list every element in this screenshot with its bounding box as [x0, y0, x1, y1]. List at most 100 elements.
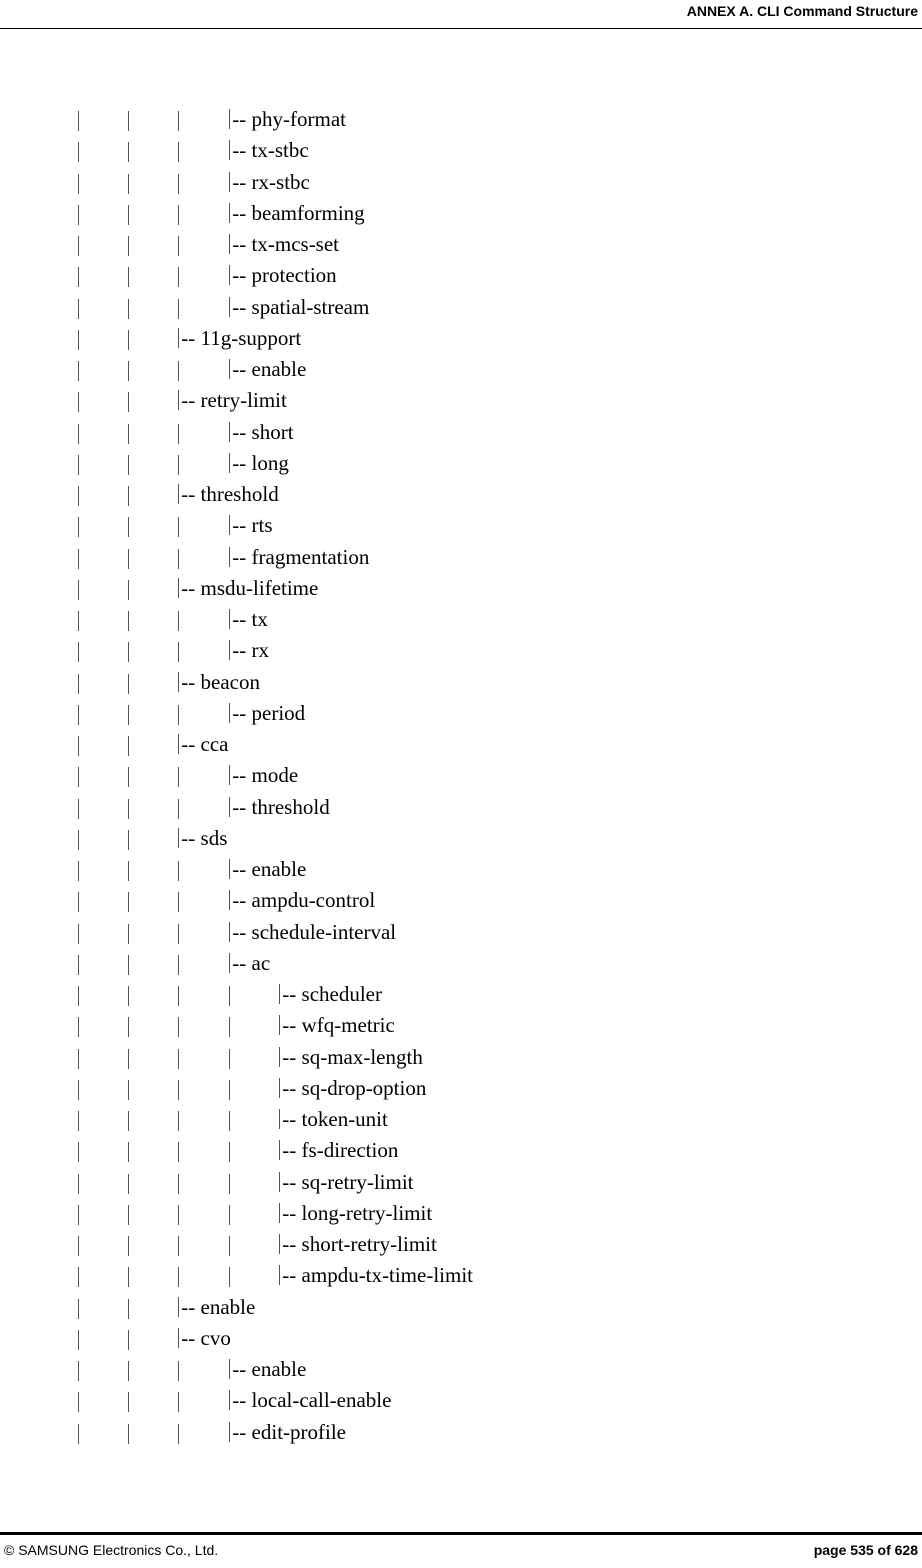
tree-pipe — [78, 1142, 80, 1163]
branch-connector — [229, 359, 231, 379]
page-footer: © SAMSUNG Electronics Co., Ltd. page 535… — [0, 1532, 922, 1568]
tree-pipe — [128, 1079, 130, 1100]
tree-pipe — [78, 267, 80, 288]
tree-pipe — [128, 392, 130, 413]
tree-pipe — [128, 736, 130, 756]
tree-node: -- 11g-support — [178, 326, 301, 351]
branch-connector — [229, 265, 231, 286]
tree-node-label: -- beacon — [181, 669, 260, 694]
tree-line: -- long — [0, 449, 922, 480]
branch-connector — [178, 671, 180, 692]
branch-connector — [178, 390, 180, 411]
tree-line: -- cvo — [0, 1324, 922, 1355]
tree-node-label: -- threshold — [232, 794, 330, 819]
tree-pipe — [178, 142, 180, 163]
tree-pipe — [128, 1423, 130, 1444]
tree-pipe — [178, 986, 180, 1006]
tree-node-label: -- enable — [232, 1357, 307, 1381]
tree-node: -- tx-stbc — [229, 138, 309, 163]
tree-pipe — [78, 361, 80, 381]
branch-connector — [279, 1046, 281, 1067]
tree-pipe — [229, 986, 231, 1006]
tree-pipe — [128, 548, 130, 569]
tree-pipe — [128, 1017, 130, 1038]
tree-node: -- short-retry-limit — [279, 1232, 437, 1257]
tree-pipe — [229, 1111, 231, 1131]
tree-line: -- 11g-support — [0, 324, 922, 355]
tree-pipe — [178, 173, 180, 194]
tree-node-label: -- scheduler — [282, 982, 382, 1006]
tree-pipe — [229, 1204, 231, 1225]
branch-connector — [229, 171, 231, 192]
tree-line: -- edit-profile — [0, 1418, 922, 1449]
tree-node-label: -- short — [232, 419, 294, 444]
tree-pipe — [78, 423, 80, 444]
tree-pipe — [229, 1079, 231, 1100]
tree-pipe — [78, 923, 80, 944]
tree-line: -- enable — [0, 355, 922, 386]
branch-connector — [178, 484, 180, 504]
tree-node: -- enable — [229, 357, 306, 382]
tree-pipe — [78, 1361, 80, 1381]
tree-pipe — [128, 611, 130, 631]
branch-connector — [229, 859, 231, 879]
tree-pipe — [178, 1173, 180, 1194]
branch-connector — [279, 1234, 281, 1254]
tree-pipe — [178, 1017, 180, 1038]
header-title: ANNEX A. CLI Command Structure — [686, 3, 918, 19]
branch-connector — [229, 234, 231, 254]
tree-line: -- mode — [0, 761, 922, 792]
tree-node-label: -- edit-profile — [232, 1419, 346, 1444]
tree-pipe — [78, 673, 80, 694]
tree-node-label: -- token-unit — [282, 1107, 388, 1131]
branch-connector — [279, 1077, 281, 1098]
tree-node: -- wfq-metric — [279, 1013, 395, 1038]
tree-pipe — [128, 1267, 130, 1288]
tree-node: -- fragmentation — [229, 545, 369, 570]
tree-node: -- schedule-interval — [229, 920, 396, 945]
tree-pipe — [78, 1173, 80, 1194]
branch-connector — [229, 765, 231, 786]
tree-node-label: -- long — [232, 450, 289, 475]
tree-pipe — [178, 298, 180, 319]
tree-line: -- period — [0, 699, 922, 730]
tree-pipe — [128, 267, 130, 288]
tree-pipe — [78, 1236, 80, 1256]
tree-line: -- threshold — [0, 480, 922, 511]
tree-pipe — [78, 1392, 80, 1413]
tree-pipe — [128, 517, 130, 538]
tree-pipe — [78, 204, 80, 225]
tree-node: -- msdu-lifetime — [178, 576, 318, 601]
branch-connector — [178, 327, 180, 348]
tree-pipe — [128, 986, 130, 1006]
branch-connector — [178, 1296, 180, 1317]
tree-line: -- ampdu-tx-time-limit — [0, 1261, 922, 1292]
tree-pipe — [178, 204, 180, 225]
tree-node-label: -- enable — [232, 357, 307, 381]
tree-pipe — [229, 1142, 231, 1163]
tree-pipe — [128, 1173, 130, 1194]
tree-pipe — [178, 1111, 180, 1131]
tree-line: -- enable — [0, 1293, 922, 1324]
tree-node: -- ampdu-control — [229, 888, 375, 913]
tree-node: -- edit-profile — [229, 1420, 346, 1445]
tree-pipe — [178, 1392, 180, 1413]
tree-line: -- tx — [0, 605, 922, 636]
tree-node: -- sq-drop-option — [279, 1076, 426, 1101]
tree-pipe — [78, 579, 80, 600]
tree-line: -- enable — [0, 1355, 922, 1386]
tree-line: -- spatial-stream — [0, 293, 922, 324]
branch-connector — [229, 702, 231, 723]
tree-line: -- ampdu-control — [0, 886, 922, 917]
tree-pipe — [229, 1017, 231, 1038]
tree-pipe — [128, 329, 130, 350]
tree-pipe — [128, 892, 130, 913]
tree-node-label: -- 11g-support — [181, 325, 302, 350]
tree-pipe — [128, 361, 130, 381]
branch-connector — [178, 577, 180, 598]
tree-node: -- spatial-stream — [229, 295, 369, 320]
tree-node-label: -- local-call-enable — [232, 1388, 392, 1413]
tree-node-label: -- fs-direction — [282, 1138, 399, 1163]
branch-connector — [279, 1265, 281, 1286]
tree-line: -- wfq-metric — [0, 1011, 922, 1042]
